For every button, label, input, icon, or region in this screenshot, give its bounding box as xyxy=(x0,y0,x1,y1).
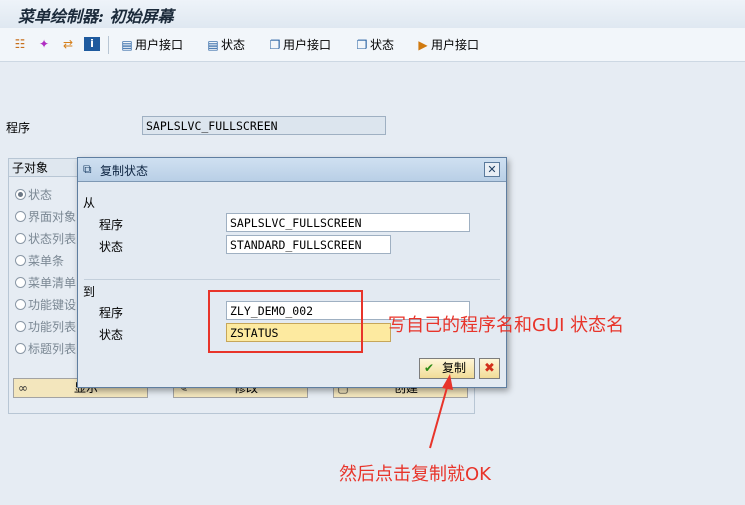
dialog-title-bar: ⧉ 复制状态 ✕ xyxy=(78,158,506,182)
program-input[interactable]: SAPLSLVC_FULLSCREEN xyxy=(142,116,386,135)
copy-icon: ❐ xyxy=(356,38,368,52)
toolbar-separator xyxy=(108,36,109,54)
trash-icon: ▤ xyxy=(121,38,133,52)
toolbar-button-label: 状态 xyxy=(221,38,246,52)
toolbar-button-label: 用户接口 xyxy=(283,38,332,52)
to-status-label: 状态 xyxy=(99,328,124,342)
highlight-box xyxy=(208,290,363,353)
radio-label: 界面对象 xyxy=(28,210,77,224)
radio-selected-icon xyxy=(15,189,26,200)
from-section-label: 从 xyxy=(83,196,96,210)
delete-status-button[interactable]: ▤ 状态 xyxy=(205,37,245,53)
radio-label: 菜单条 xyxy=(28,254,65,268)
radio-icon xyxy=(15,211,26,222)
radio-label: 状态列表 xyxy=(28,232,77,246)
window-title: 菜单绘制器: 初始屏幕 xyxy=(18,7,174,26)
annotation-arrow-line xyxy=(429,383,449,449)
rename-user-interface-button[interactable]: ▶ 用户接口 xyxy=(415,37,479,53)
info-icon[interactable]: i xyxy=(84,37,100,51)
subobject-group-title: 子对象 xyxy=(9,159,87,177)
from-program-field[interactable]: SAPLSLVC_FULLSCREEN xyxy=(226,213,470,232)
trash-icon: ▤ xyxy=(207,38,219,52)
application-toolbar: ☷ ✦ ⇄ i ▤ 用户接口 ▤ 状态 ❐ 用户接口 ❐ 状态 ▶ 用户接口 xyxy=(0,28,745,62)
radio-icon xyxy=(15,233,26,244)
title-bar: 菜单绘制器: 初始屏幕 xyxy=(0,0,745,28)
annotation-note-fields: 写自己的程序名和GUI 状态名 xyxy=(388,315,625,336)
from-program-label: 程序 xyxy=(99,218,124,232)
dialog-title: 复制状态 xyxy=(100,164,149,178)
toolbar-button-label: 用户接口 xyxy=(135,38,184,52)
toolbar-button-label: 用户接口 xyxy=(431,38,480,52)
copy-icon: ❐ xyxy=(269,38,281,52)
rename-icon: ▶ xyxy=(418,38,428,52)
cancel-icon: ✖ xyxy=(484,361,495,376)
from-status-label: 状态 xyxy=(99,240,124,254)
radio-interface-objects[interactable]: 界面对象 xyxy=(15,208,76,225)
radio-label: 功能列表 xyxy=(28,320,77,334)
radio-icon xyxy=(15,343,26,354)
annotation-arrow-head xyxy=(442,374,453,390)
annotation-arrow xyxy=(429,374,453,449)
close-icon[interactable]: ✕ xyxy=(484,162,500,177)
dialog-copy-icon: ⧉ xyxy=(83,162,92,176)
radio-icon xyxy=(15,277,26,288)
radio-label: 状态 xyxy=(28,188,53,202)
radio-function-list[interactable]: 功能列表 xyxy=(15,318,76,335)
radio-menu-bar[interactable]: 菜单条 xyxy=(15,252,64,269)
radio-label: 标题列表 xyxy=(28,342,77,356)
toolbar-button-label: 状态 xyxy=(370,38,395,52)
radio-function-key-settings[interactable]: 功能键设 xyxy=(15,296,76,313)
radio-status-list[interactable]: 状态列表 xyxy=(15,230,76,247)
radio-label: 功能键设 xyxy=(28,298,77,312)
radio-menu-list[interactable]: 菜单清单 xyxy=(15,274,76,291)
radio-icon xyxy=(15,299,26,310)
annotation-note-copy: 然后点击复制就OK xyxy=(339,464,491,485)
radio-title-list[interactable]: 标题列表 xyxy=(15,340,76,357)
hierarchy-icon[interactable]: ☷ xyxy=(12,37,28,51)
delete-user-interface-button[interactable]: ▤ 用户接口 xyxy=(119,37,183,53)
radio-icon xyxy=(15,321,26,332)
dialog-divider xyxy=(84,279,500,280)
to-program-label: 程序 xyxy=(99,306,124,320)
program-label: 程序 xyxy=(6,121,31,135)
radio-icon xyxy=(15,255,26,266)
to-section-label: 到 xyxy=(83,285,96,299)
transfer-icon[interactable]: ⇄ xyxy=(60,37,76,51)
radio-label: 菜单清单 xyxy=(28,276,77,290)
copy-status-dialog: ⧉ 复制状态 ✕ 从 程序 SAPLSLVC_FULLSCREEN 状态 STA… xyxy=(77,157,507,388)
from-status-field[interactable]: STANDARD_FULLSCREEN xyxy=(226,235,391,254)
cancel-button[interactable]: ✖ xyxy=(479,358,500,379)
copy-user-interface-button[interactable]: ❐ 用户接口 xyxy=(267,37,331,53)
copy-status-button[interactable]: ❐ 状态 xyxy=(354,37,394,53)
radio-status[interactable]: 状态 xyxy=(15,186,52,203)
magic-wand-icon[interactable]: ✦ xyxy=(36,37,52,51)
glasses-icon: ∞ xyxy=(18,381,28,395)
